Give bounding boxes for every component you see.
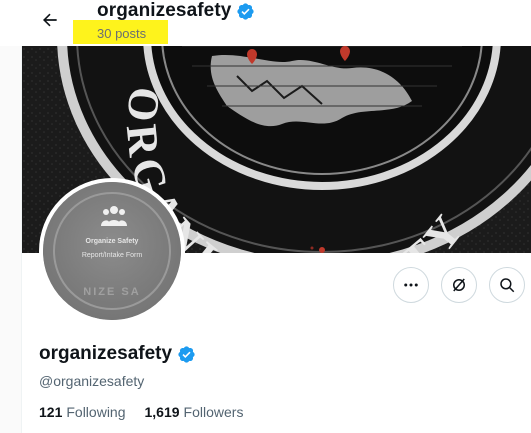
followers-link[interactable]: 1,619 Followers — [145, 404, 244, 420]
following-link[interactable]: 121 Following — [39, 404, 126, 420]
following-count: 121 — [39, 404, 63, 420]
profile-header: organizesafety 30 posts — [0, 0, 531, 46]
left-nav-edge — [0, 46, 22, 433]
more-icon — [404, 283, 418, 287]
profile-handle: @organizesafety — [39, 373, 145, 389]
back-button[interactable] — [36, 6, 64, 34]
grok-button[interactable] — [441, 267, 477, 303]
more-button[interactable] — [393, 267, 429, 303]
avatar-subtitle: Report/Intake Form — [81, 252, 143, 259]
avatar-title: Organize Safety — [85, 238, 139, 245]
search-button[interactable] — [489, 267, 525, 303]
avatar-arc-text: NIZE SA — [83, 286, 141, 298]
verified-badge-icon — [237, 2, 255, 20]
grok-icon — [453, 278, 465, 292]
following-label: Following — [66, 404, 126, 420]
profile-page: organizesafety 30 posts ORG N Y Organize… — [0, 0, 531, 433]
display-name: organizesafety — [39, 343, 173, 364]
followers-count: 1,619 — [144, 404, 180, 420]
header-name: organizesafety — [97, 0, 232, 21]
arrow-left-icon — [43, 13, 57, 27]
follow-stats: 121 Following 1,619 Followers — [39, 404, 243, 420]
search-icon — [500, 278, 515, 293]
people-group-icon — [101, 206, 127, 226]
followers-label: Followers — [183, 404, 244, 420]
profile-avatar[interactable]: Organize Safety Report/Intake Form NIZE … — [39, 178, 185, 324]
post-count: 30 posts — [97, 26, 147, 41]
profile-display-name: organizesafety — [39, 343, 196, 365]
verified-badge-icon[interactable] — [177, 345, 196, 364]
header-title: organizesafety — [97, 0, 255, 22]
